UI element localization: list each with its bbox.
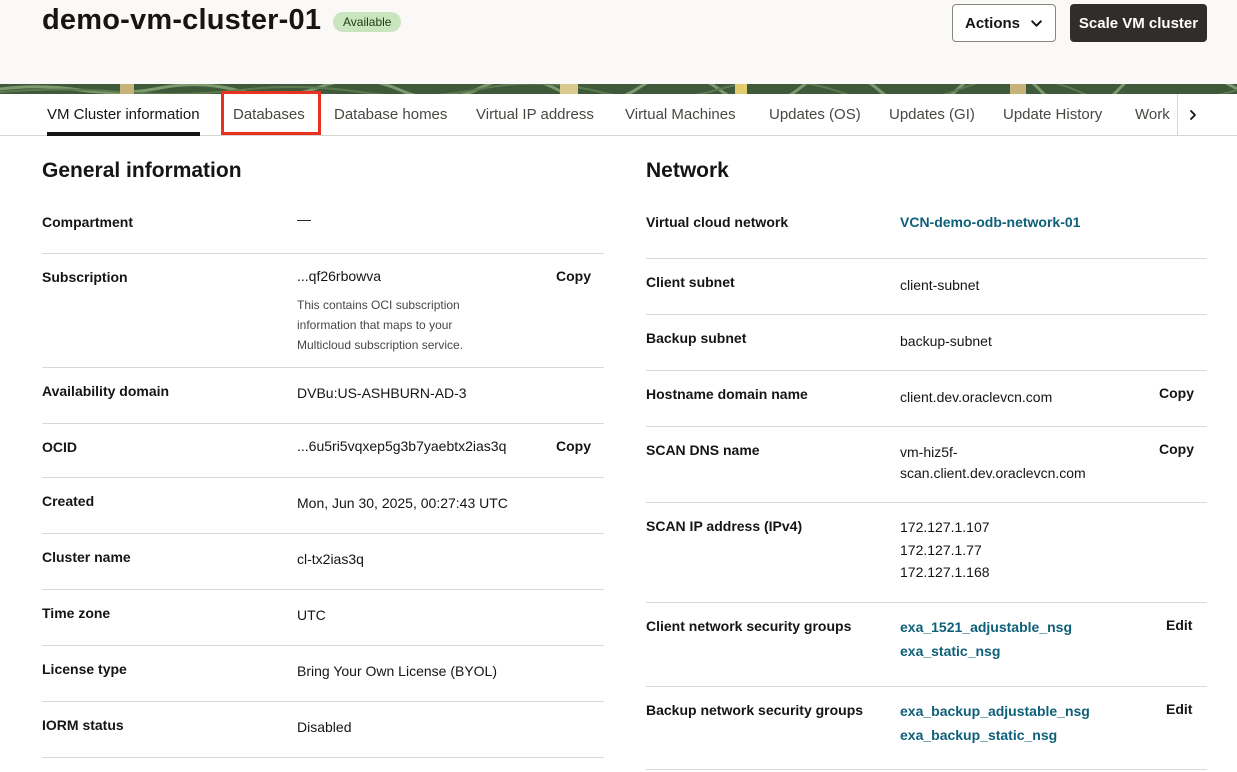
backup-subnet-label: Backup subnet: [646, 330, 747, 346]
tab-divider: [1177, 94, 1178, 136]
subscription-label: Subscription: [42, 269, 128, 285]
row-divider: [646, 258, 1207, 259]
tab-updates-os[interactable]: Updates (OS): [769, 94, 861, 136]
tab-vm-cluster-information[interactable]: VM Cluster information: [47, 94, 200, 136]
client-nsg-label: Client network security groups: [646, 618, 852, 634]
tabs-scroll-right-button[interactable]: [1182, 104, 1204, 126]
tab-updates-gi[interactable]: Updates (GI): [889, 94, 975, 136]
row-divider: [646, 370, 1207, 371]
created-value: Mon, Jun 30, 2025, 00:27:43 UTC: [297, 495, 508, 511]
license-type-label: License type: [42, 661, 127, 677]
ocid-value: ...6u5ri5vqxep5g3b7yaebtx2ias3q: [297, 438, 507, 454]
scan-dns-value-line-2: scan.client.dev.oraclevcn.com: [900, 465, 1086, 481]
cluster-name-label: Cluster name: [42, 549, 131, 565]
compartment-value: —: [297, 211, 311, 227]
row-divider: [42, 757, 604, 758]
row-divider: [42, 533, 604, 534]
edit-backup-nsg-button[interactable]: Edit: [1166, 701, 1192, 717]
cluster-name-value: cl-tx2ias3q: [297, 551, 364, 567]
subscription-helper-line-3: Multicloud subscription service.: [297, 338, 464, 352]
general-information-heading: General information: [42, 159, 242, 182]
vcn-link[interactable]: VCN-demo-odb-network-01: [900, 211, 1080, 233]
row-divider: [42, 589, 604, 590]
row-divider: [42, 477, 604, 478]
backup-subnet-value: backup-subnet: [900, 333, 992, 349]
row-divider: [646, 686, 1207, 687]
client-nsg-link-2[interactable]: exa_static_nsg: [900, 640, 1000, 662]
scan-dns-value-line-1: vm-hiz5f-: [900, 444, 958, 460]
row-divider: [42, 367, 604, 368]
backup-nsg-label: Backup network security groups: [646, 702, 864, 718]
hostname-domain-label: Hostname domain name: [646, 386, 808, 402]
row-divider: [42, 253, 604, 254]
iorm-status-value: Disabled: [297, 719, 352, 735]
tab-virtual-ip-address[interactable]: Virtual IP address: [476, 94, 594, 136]
ocid-label: OCID: [42, 439, 77, 455]
backup-nsg-link-1[interactable]: exa_backup_adjustable_nsg: [900, 700, 1090, 722]
row-divider: [42, 645, 604, 646]
client-nsg-link-1[interactable]: exa_1521_adjustable_nsg: [900, 616, 1072, 638]
row-divider: [646, 426, 1207, 427]
actions-button-label: Actions: [964, 14, 1020, 32]
tab-databases[interactable]: Databases: [233, 94, 305, 136]
subscription-value: ...qf26rbowva: [297, 268, 382, 284]
client-subnet-label: Client subnet: [646, 274, 735, 290]
copy-scan-dns-button[interactable]: Copy: [1159, 441, 1194, 457]
page-title: demo-vm-cluster-01: [42, 4, 322, 36]
scan-dns-label: SCAN DNS name: [646, 442, 760, 458]
tab-virtual-machines[interactable]: Virtual Machines: [625, 94, 736, 136]
client-subnet-value: client-subnet: [900, 277, 980, 293]
chevron-down-icon: [1031, 19, 1042, 27]
scale-vm-cluster-button[interactable]: Scale VM cluster: [1070, 4, 1207, 42]
copy-ocid-button[interactable]: Copy: [556, 438, 591, 454]
chevron-right-icon: [1190, 110, 1196, 120]
row-divider: [42, 423, 604, 424]
scan-ip-label: SCAN IP address (IPv4): [646, 518, 803, 534]
copy-subscription-button[interactable]: Copy: [556, 268, 591, 284]
row-divider: [646, 769, 1207, 770]
backup-nsg-link-2[interactable]: exa_backup_static_nsg: [900, 724, 1057, 746]
page-header: demo-vm-cluster-01 Available Actions Sca…: [0, 0, 1237, 84]
created-label: Created: [42, 493, 95, 509]
row-divider: [646, 502, 1207, 503]
vcn-label: Virtual cloud network: [646, 214, 789, 230]
network-heading: Network: [646, 159, 729, 182]
row-divider: [42, 701, 604, 702]
subscription-helper-line-2: information that maps to your: [297, 318, 453, 332]
license-type-value: Bring Your Own License (BYOL): [297, 663, 497, 679]
row-divider: [646, 314, 1207, 315]
tab-work-requests[interactable]: Work r: [1135, 94, 1175, 136]
tab-bar: VM Cluster information Databases Databas…: [0, 94, 1237, 136]
availability-domain-label: Availability domain: [42, 383, 170, 399]
actions-button[interactable]: Actions: [952, 4, 1056, 42]
edit-client-nsg-button[interactable]: Edit: [1166, 617, 1192, 633]
tab-update-history[interactable]: Update History: [1003, 94, 1102, 136]
hostname-domain-value: client.dev.oraclevcn.com: [900, 389, 1053, 405]
scan-ip-3: 172.127.1.168: [900, 564, 990, 580]
time-zone-label: Time zone: [42, 605, 111, 621]
decorative-banner: [0, 84, 1237, 94]
scan-ip-2: 172.127.1.77: [900, 542, 982, 558]
scan-ip-1: 172.127.1.107: [900, 519, 990, 535]
subscription-helper-line-1: This contains OCI subscription: [297, 298, 460, 312]
row-divider: [646, 602, 1207, 603]
tab-database-homes[interactable]: Database homes: [334, 94, 447, 136]
status-badge: Available: [333, 12, 402, 32]
copy-hostname-domain-button[interactable]: Copy: [1159, 385, 1194, 401]
compartment-label: Compartment: [42, 214, 134, 230]
tab-work-requests-clipped[interactable]: Work r: [1135, 94, 1175, 136]
time-zone-value: UTC: [297, 607, 326, 623]
iorm-status-label: IORM status: [42, 717, 124, 733]
availability-domain-value: DVBu:US-ASHBURN-AD-3: [297, 385, 467, 401]
